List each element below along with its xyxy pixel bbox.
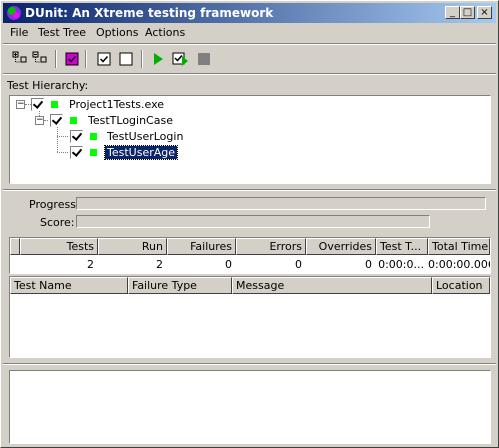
deselect-all-icon[interactable] xyxy=(117,50,135,68)
splitter[interactable] xyxy=(3,189,496,191)
menu-options[interactable]: Options xyxy=(96,26,138,39)
stats-header-failures[interactable]: Failures xyxy=(167,238,236,255)
expand-tree-icon[interactable] xyxy=(11,50,29,68)
stats-header-overrides[interactable]: Overrides xyxy=(306,238,376,255)
tree-node-label: TestTLoginCase xyxy=(88,114,173,127)
collapse-tree-icon[interactable] xyxy=(31,50,49,68)
tree-connector xyxy=(57,126,58,152)
toolbar-divider xyxy=(3,73,496,75)
checkbox-checked-icon[interactable] xyxy=(70,146,83,159)
pass-status-icon xyxy=(90,149,97,156)
checkbox-checked-icon[interactable] xyxy=(70,130,83,143)
score-bar xyxy=(76,215,430,228)
failure-header-location[interactable]: Location xyxy=(432,277,490,294)
stats-value-tests: 2 xyxy=(87,258,94,271)
tree-node-label: TestUserLogin xyxy=(107,130,184,143)
checkbox-checked-icon[interactable] xyxy=(50,114,63,127)
minimize-button[interactable]: _ xyxy=(445,6,460,19)
stats-header-blank xyxy=(10,238,20,255)
test-hierarchy-label: Test Hierarchy: xyxy=(7,79,89,92)
tree-node-label: Project1Tests.exe xyxy=(69,98,165,111)
error-details-box[interactable] xyxy=(9,370,491,444)
tree-node-label-selected: TestUserAge xyxy=(103,145,179,160)
menu-test-tree[interactable]: Test Tree xyxy=(38,26,86,39)
checkbox-checked-icon[interactable] xyxy=(31,98,44,111)
stats-header-tests[interactable]: Tests xyxy=(20,238,98,255)
splitter[interactable] xyxy=(3,363,496,365)
menu-actions[interactable]: Actions xyxy=(145,26,185,39)
run-icon[interactable] xyxy=(149,50,167,68)
failure-list[interactable]: Test Name Failure Type Message Location xyxy=(9,276,491,358)
select-all-icon[interactable] xyxy=(95,50,113,68)
menu-divider xyxy=(3,43,496,45)
select-current-icon[interactable] xyxy=(63,50,81,68)
collapse-expander-icon[interactable]: − xyxy=(35,116,44,125)
tree-connector xyxy=(44,120,48,121)
menu-bar: File Test Tree Options Actions xyxy=(3,25,496,42)
failure-header-failure-type[interactable]: Failure Type xyxy=(128,277,232,294)
window-title: DUnit: An Xtreme testing framework xyxy=(25,6,274,20)
collapse-expander-icon[interactable]: − xyxy=(16,100,25,109)
stats-value-run: 2 xyxy=(156,258,163,271)
run-selected-icon[interactable] xyxy=(171,50,189,68)
stats-value-test-time: 0:00:0... xyxy=(378,258,424,271)
toolbar-separator xyxy=(55,50,57,68)
score-label: Score: xyxy=(40,216,75,229)
tree-connector xyxy=(57,136,68,137)
stats-value-failures: 0 xyxy=(225,258,232,271)
progress-label: Progress: xyxy=(29,198,80,211)
failure-header-test-name[interactable]: Test Name xyxy=(10,277,128,294)
toolbar-separator xyxy=(141,50,143,68)
progress-bar xyxy=(76,197,486,210)
stats-list: Tests Run Failures Errors Overrides Test… xyxy=(9,237,491,274)
toolbar xyxy=(3,47,496,71)
stats-header-total-time[interactable]: Total Time xyxy=(428,238,490,255)
toolbar-separator xyxy=(85,50,87,68)
maximize-button[interactable]: □ xyxy=(460,6,475,19)
pass-status-icon xyxy=(70,117,77,124)
tree-connector xyxy=(57,152,68,153)
failure-header-message[interactable]: Message xyxy=(232,277,432,294)
stats-value-errors: 0 xyxy=(295,258,302,271)
stats-header-errors[interactable]: Errors xyxy=(236,238,306,255)
menu-file[interactable]: File xyxy=(10,26,28,39)
close-button[interactable]: × xyxy=(477,6,492,19)
stop-icon[interactable] xyxy=(195,50,213,68)
dunit-app-icon xyxy=(7,6,21,20)
stats-header-run[interactable]: Run xyxy=(98,238,167,255)
stats-header-test-time[interactable]: Test T... xyxy=(376,238,428,255)
test-tree[interactable]: − Project1Tests.exe − TestTLoginCase Tes… xyxy=(9,95,491,184)
title-bar[interactable]: DUnit: An Xtreme testing framework _ □ × xyxy=(3,3,496,23)
pass-status-icon xyxy=(90,133,97,140)
stats-value-total-time: 0:00:00.006 xyxy=(428,258,490,271)
pass-status-icon xyxy=(51,101,58,108)
stats-value-overrides: 0 xyxy=(365,258,372,271)
main-window: DUnit: An Xtreme testing framework _ □ ×… xyxy=(0,0,499,448)
